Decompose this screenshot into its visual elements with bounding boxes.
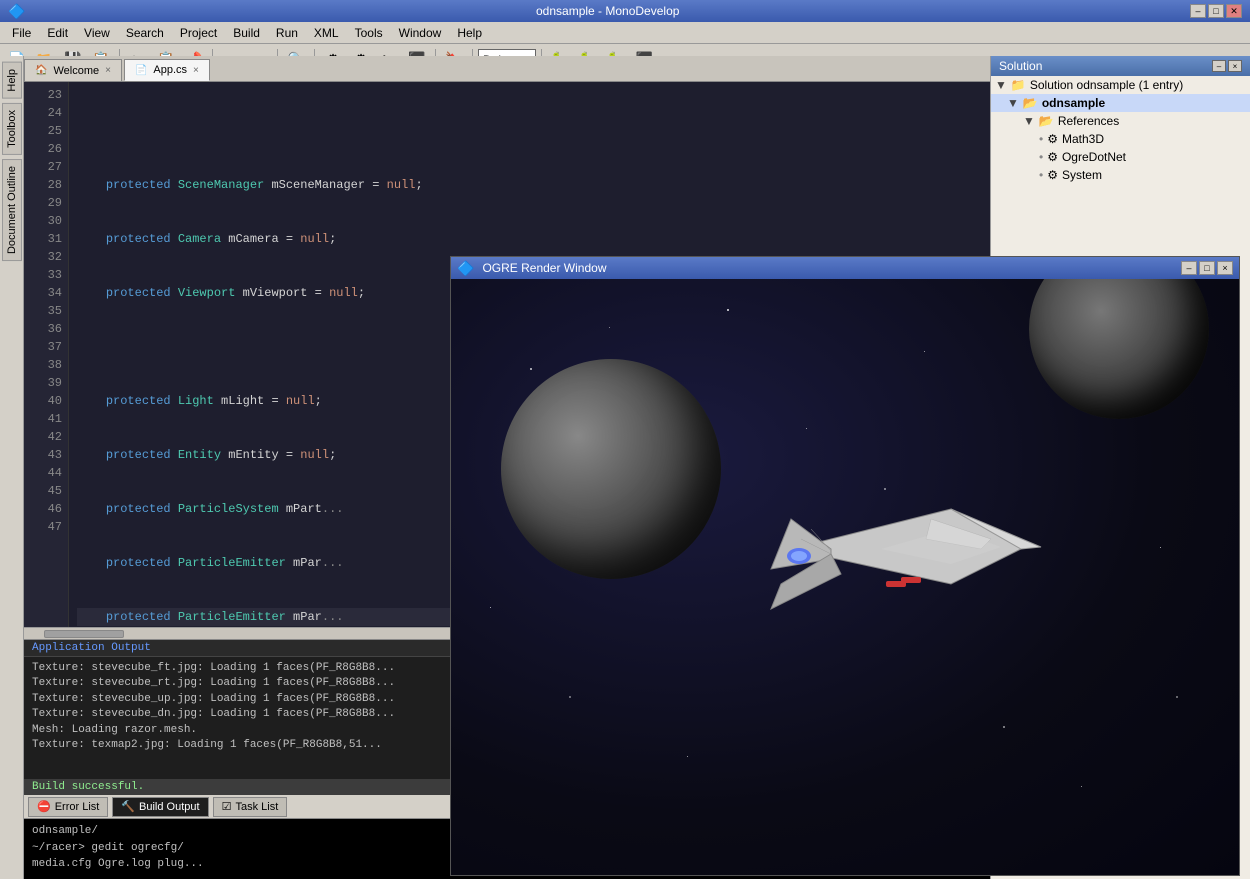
editor-tabs: 🏠 Welcome × 📄 App.cs × [24, 56, 990, 82]
solution-header-label: Solution [999, 59, 1042, 73]
project-label: odnsample [1042, 96, 1105, 110]
planet-main [501, 359, 721, 579]
solution-folder-icon: 📁 [1011, 78, 1026, 92]
references-expand-arrow: ▼ [1023, 114, 1035, 128]
ogre-close-btn[interactable]: × [1217, 261, 1233, 275]
solution-expand-arrow: ▼ [995, 78, 1007, 92]
tab-appcs[interactable]: 📄 App.cs × [124, 59, 210, 81]
tab-task-list[interactable]: ☑ Task List [213, 797, 288, 817]
sidebar-tab-toolbox[interactable]: Toolbox [2, 103, 22, 155]
appcs-tab-icon: 📄 [135, 65, 147, 76]
menu-file[interactable]: File [4, 24, 39, 42]
menu-xml[interactable]: XML [306, 24, 347, 42]
build-output-label: Build Output [139, 801, 200, 813]
app-output-label: Application Output [32, 642, 151, 654]
references-label: References [1058, 114, 1119, 128]
tab-build-output[interactable]: 🔨 Build Output [112, 797, 208, 817]
app-icon: 🔷 [8, 3, 25, 20]
project-icon: 📂 [1023, 96, 1038, 110]
ref-ogredotnet-icon: ⚙ [1047, 150, 1058, 164]
ref-system-label: System [1062, 168, 1102, 182]
ogre-window-title: OGRE Render Window [482, 261, 606, 275]
solution-minimize-btn[interactable]: – [1212, 60, 1226, 72]
solution-title: Solution odnsample (1 entry) [1030, 78, 1183, 92]
appcs-tab-close[interactable]: × [193, 65, 199, 76]
solution-root-item[interactable]: ▼ 📁 Solution odnsample (1 entry) [991, 76, 1250, 94]
title-bar: 🔷 odnsample - MonoDevelop – □ ✕ [0, 0, 1250, 22]
solution-close-btn[interactable]: × [1228, 60, 1242, 72]
error-list-icon: ⛔ [37, 800, 51, 813]
ref-math3d-icon: ⚙ [1047, 132, 1058, 146]
menu-view[interactable]: View [76, 24, 118, 42]
solution-header-controls: – × [1212, 60, 1242, 72]
error-list-label: Error List [55, 801, 100, 813]
appcs-tab-label: App.cs [153, 64, 187, 76]
ref-math3d-label: Math3D [1062, 132, 1104, 146]
ref-ogredotnet-label: OgreDotNet [1062, 150, 1126, 164]
task-list-icon: ☑ [222, 800, 232, 813]
references-icon: 📂 [1039, 114, 1054, 128]
ref-math3d[interactable]: • ⚙ Math3D [991, 130, 1250, 148]
left-sidebar: Help Toolbox Document Outline [0, 56, 24, 879]
welcome-tab-icon: 🏠 [35, 65, 47, 76]
sidebar-tab-outline[interactable]: Document Outline [2, 159, 22, 261]
ogre-restore-btn[interactable]: □ [1199, 261, 1215, 275]
ref-system[interactable]: • ⚙ System [991, 166, 1250, 184]
space-scene [451, 279, 1239, 875]
close-button[interactable]: ✕ [1226, 4, 1242, 18]
ogre-minimize-btn[interactable]: – [1181, 261, 1197, 275]
project-item[interactable]: ▼ 📂 odnsample [991, 94, 1250, 112]
ogre-window-controls: – □ × [1181, 261, 1233, 275]
menu-edit[interactable]: Edit [39, 24, 76, 42]
ref-bullet: • [1039, 132, 1043, 146]
sidebar-tab-help[interactable]: Help [2, 62, 22, 99]
solution-header: Solution – × [991, 56, 1250, 76]
ref-bullet2: • [1039, 150, 1043, 164]
scrollbar-thumb[interactable] [44, 630, 124, 638]
tab-welcome[interactable]: 🏠 Welcome × [24, 59, 122, 81]
ref-bullet3: • [1039, 168, 1043, 182]
ogre-window-icon: 🔷 [457, 260, 474, 277]
build-status-text: Build successful. [32, 781, 144, 793]
task-list-label: Task List [235, 801, 278, 813]
welcome-tab-label: Welcome [53, 65, 99, 77]
line-numbers: 23 24 25 26 27 28 29 30 31 32 33 34 35 3… [24, 82, 69, 627]
tab-error-list[interactable]: ⛔ Error List [28, 797, 108, 817]
ogre-title-bar: 🔷 OGRE Render Window – □ × [451, 257, 1239, 279]
project-expand-arrow: ▼ [1007, 96, 1019, 110]
menu-run[interactable]: Run [268, 24, 306, 42]
menu-project[interactable]: Project [172, 24, 225, 42]
menu-bar: File Edit View Search Project Build Run … [0, 22, 1250, 44]
ref-system-icon: ⚙ [1047, 168, 1058, 182]
restore-button[interactable]: □ [1208, 4, 1224, 18]
ogre-render-content [451, 279, 1239, 875]
window-controls: – □ ✕ [1190, 4, 1242, 18]
minimize-button[interactable]: – [1190, 4, 1206, 18]
build-output-icon: 🔨 [121, 800, 135, 813]
references-item[interactable]: ▼ 📂 References [991, 112, 1250, 130]
menu-search[interactable]: Search [118, 24, 172, 42]
ref-ogredotnet[interactable]: • ⚙ OgreDotNet [991, 148, 1250, 166]
ogre-window: 🔷 OGRE Render Window – □ × [450, 256, 1240, 876]
spaceship [731, 429, 1071, 669]
menu-tools[interactable]: Tools [347, 24, 391, 42]
app-title: odnsample - MonoDevelop [25, 4, 1190, 18]
menu-build[interactable]: Build [225, 24, 268, 42]
menu-window[interactable]: Window [391, 24, 450, 42]
menu-help[interactable]: Help [449, 24, 490, 42]
welcome-tab-close[interactable]: × [105, 65, 111, 76]
